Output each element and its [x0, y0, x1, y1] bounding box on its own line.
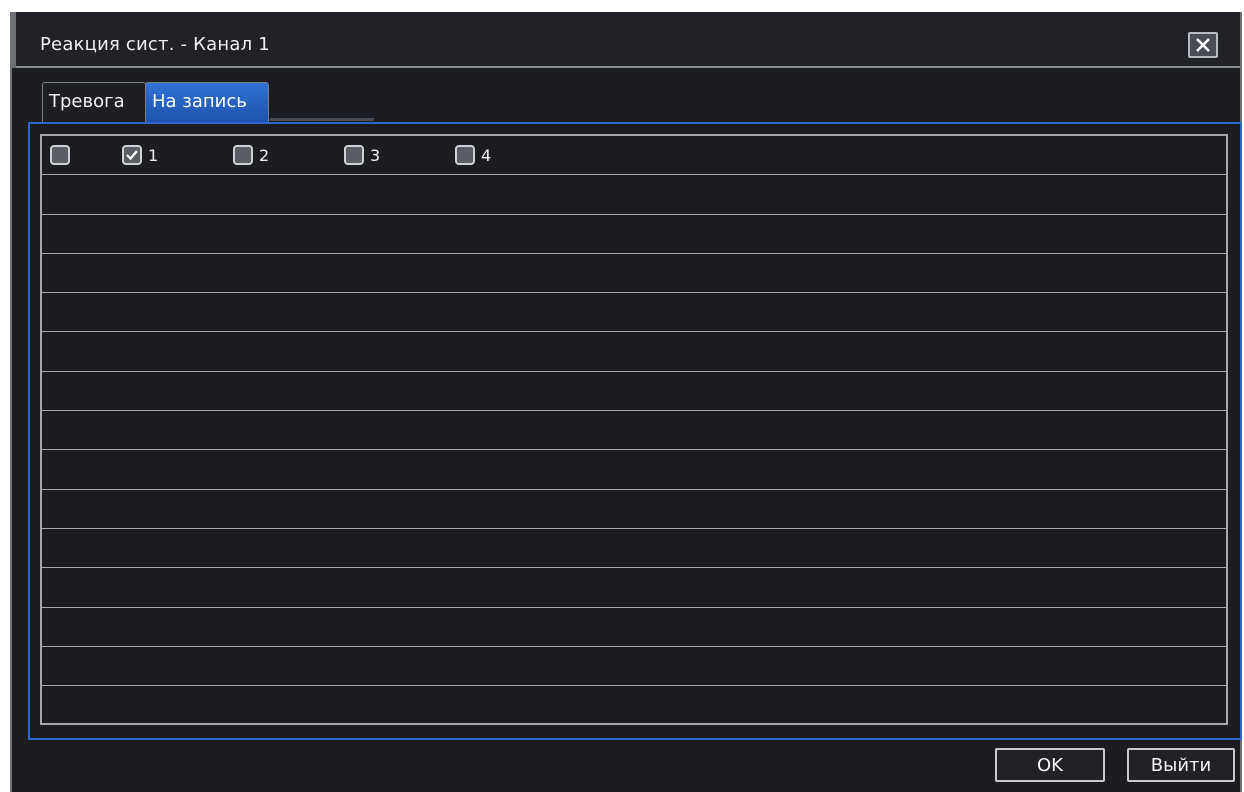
title-bar-edge [12, 12, 16, 68]
close-icon [1196, 38, 1210, 52]
channel-checkbox-4[interactable]: 4 [455, 145, 491, 165]
table-row [42, 568, 1226, 608]
select-all-checkbox[interactable] [50, 145, 70, 165]
channel-box-2[interactable] [233, 145, 253, 165]
channel-checkbox-2[interactable]: 2 [233, 145, 269, 165]
table-row [42, 372, 1226, 412]
channel-box-1[interactable] [122, 145, 142, 165]
channel-checkbox-1[interactable]: 1 [122, 145, 158, 165]
title-bar: Реакция сист. - Канал 1 [12, 12, 1240, 68]
button-bar: OK Выйти [12, 740, 1240, 792]
channel-grid: 1 2 3 4 [40, 134, 1228, 725]
table-row [42, 450, 1226, 490]
channel-checkbox-3[interactable]: 3 [344, 145, 380, 165]
channel-box-3[interactable] [344, 145, 364, 165]
table-row [42, 529, 1226, 569]
table-row [42, 293, 1226, 333]
close-button[interactable] [1188, 32, 1218, 58]
channel-box-4[interactable] [455, 145, 475, 165]
top-strip [0, 0, 1244, 12]
checkmark-icon [126, 150, 138, 161]
exit-button[interactable]: Выйти [1127, 748, 1235, 782]
dialog-title: Реакция сист. - Канал 1 [40, 34, 270, 55]
table-row [42, 254, 1226, 294]
table-row [42, 333, 1226, 372]
tab-underline [270, 118, 374, 121]
table-row [42, 175, 1226, 215]
table-row [42, 411, 1226, 451]
table-row [42, 490, 1226, 529]
channel-label-4: 4 [481, 145, 492, 165]
table-row [42, 647, 1226, 687]
select-all-box[interactable] [50, 145, 70, 165]
channel-header-row: 1 2 3 4 [42, 136, 1226, 176]
channel-label-3: 3 [370, 145, 381, 165]
channel-label-2: 2 [259, 145, 270, 165]
ok-button[interactable]: OK [995, 748, 1105, 782]
tab-alarm[interactable]: Тревога [42, 82, 146, 122]
tab-record[interactable]: На запись [145, 82, 269, 122]
table-row [42, 608, 1226, 647]
dialog-window: Реакция сист. - Канал 1 Тревога На запис… [10, 12, 1242, 792]
table-row [42, 215, 1226, 254]
channel-label-1: 1 [148, 145, 159, 165]
